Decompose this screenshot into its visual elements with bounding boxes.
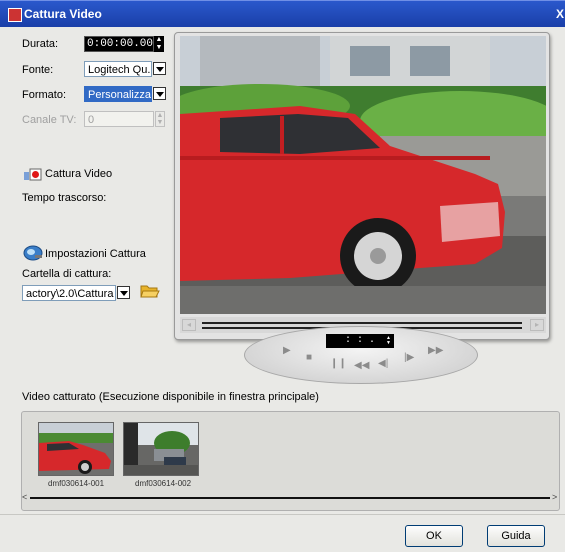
title-bar: Cattura Video X — [0, 0, 565, 27]
scroll-left-icon[interactable]: < — [22, 492, 27, 502]
close-button[interactable]: X — [556, 7, 564, 21]
elapsed-time-label: Tempo trascorso: — [22, 192, 107, 204]
captured-video-thumbnail[interactable] — [123, 422, 199, 476]
capture-folder-label: Cartella di cattura: — [22, 268, 112, 280]
format-select[interactable]: Personalizza — [84, 86, 152, 102]
help-button[interactable]: Guida — [487, 525, 545, 547]
play-icon[interactable]: ▶ — [283, 345, 291, 356]
step-forward-icon[interactable]: |▶ — [404, 352, 414, 363]
ok-button[interactable]: OK — [405, 525, 463, 547]
capture-video-label[interactable]: Cattura Video — [45, 168, 112, 180]
bottom-divider — [0, 514, 565, 515]
capture-folder-field[interactable]: actory\2.0\Cattura — [22, 285, 116, 301]
app-icon — [8, 8, 22, 22]
seek-left-icon[interactable]: ◂ — [182, 319, 196, 331]
video-preview — [180, 36, 546, 314]
capture-video-icon[interactable] — [24, 166, 42, 182]
settings-icon[interactable] — [23, 244, 43, 262]
captured-video-name: dmf030614-002 — [135, 479, 192, 488]
tv-channel-field[interactable]: 0 — [84, 111, 154, 127]
source-label: Fonte: — [22, 64, 54, 76]
duration-field[interactable]: 0:00:00.00 — [84, 36, 154, 52]
captured-video-name: dmf030614-001 — [48, 479, 105, 488]
captured-video-thumbnail[interactable] — [38, 422, 114, 476]
format-label: Formato: — [22, 89, 67, 101]
captured-videos-list[interactable]: dmf030614-001 dmf030614-002 < > — [21, 411, 560, 511]
tv-channel-spinner[interactable]: ▲ ▼ — [155, 111, 165, 127]
stop-icon[interactable]: ■ — [306, 352, 312, 363]
scroll-right-icon[interactable]: > — [552, 492, 557, 502]
format-dropdown-button[interactable] — [153, 87, 166, 100]
captured-list-scrollbar[interactable] — [30, 497, 550, 499]
seek-right-icon[interactable]: ▸ — [530, 319, 544, 331]
pause-icon[interactable]: ❙❙ — [330, 358, 347, 369]
captured-videos-header: Video catturato (Esecuzione disponibile … — [22, 391, 319, 403]
source-select[interactable]: Logitech Qu... — [84, 61, 152, 77]
rewind-icon[interactable]: ◀◀ — [354, 360, 369, 371]
capture-folder-dropdown-button[interactable] — [117, 286, 130, 299]
duration-spinner[interactable]: ▲ ▼ — [154, 36, 164, 52]
capture-settings-label[interactable]: Impostazioni Cattura — [45, 248, 146, 260]
duration-label: Durata: — [22, 38, 59, 50]
video-preview-frame: ◂ ▸ — [174, 32, 550, 340]
timecode-display: : : . — [326, 334, 394, 348]
source-dropdown-button[interactable] — [153, 62, 166, 75]
folder-icon[interactable] — [140, 282, 160, 300]
timecode-spinner[interactable]: ▲ ▼ — [386, 336, 392, 346]
fast-forward-icon[interactable]: ▶▶ — [428, 345, 443, 356]
seek-track-top — [202, 322, 522, 324]
window-title: Cattura Video — [24, 7, 102, 21]
tv-channel-label: Canale TV: — [22, 114, 77, 126]
step-back-icon[interactable]: ◀| — [378, 358, 388, 369]
